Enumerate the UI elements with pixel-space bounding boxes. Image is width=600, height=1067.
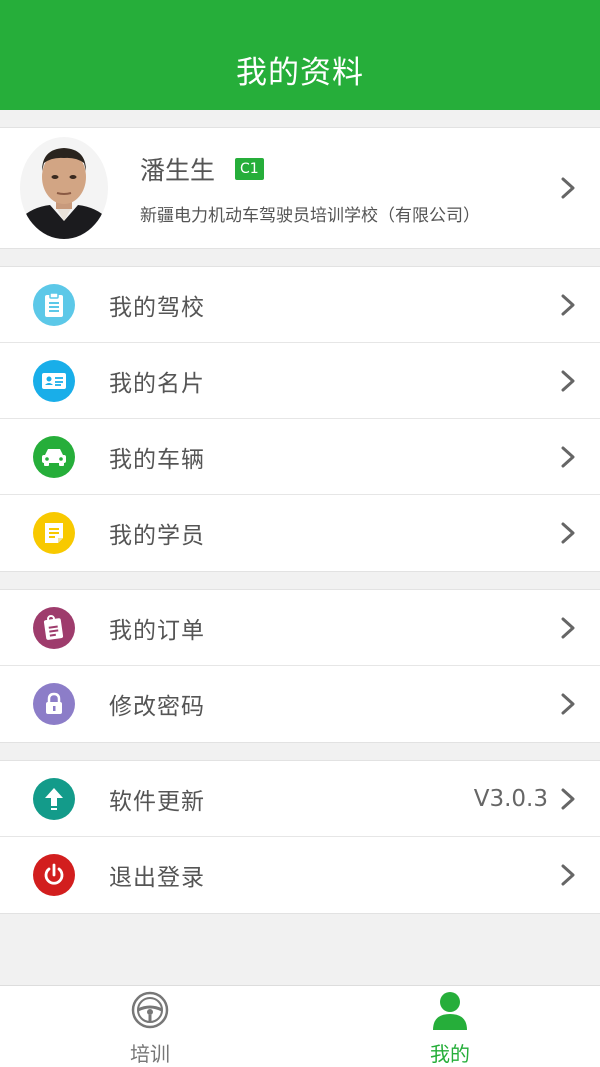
- notes-icon: [33, 512, 75, 554]
- menu-item-my-card[interactable]: 我的名片: [0, 343, 600, 419]
- menu-item-my-students[interactable]: 我的学员: [0, 495, 600, 571]
- chevron-right-icon: [558, 863, 578, 887]
- profile-card[interactable]: 潘生生 C1 新疆电力机动车驾驶员培训学校（有限公司）: [0, 127, 600, 249]
- menu-item-label: 退出登录: [109, 865, 205, 891]
- menu-group-account: 我的订单 修改密码: [0, 589, 600, 743]
- chevron-right-icon: [558, 521, 578, 545]
- menu-item-label: 软件更新: [109, 788, 205, 815]
- chevron-right-icon: [558, 445, 578, 469]
- chevron-right-icon: [558, 787, 578, 811]
- chevron-right-icon: [558, 616, 578, 640]
- lock-icon: [33, 683, 75, 725]
- upload-icon: [33, 777, 75, 820]
- profile-name: 潘生生: [140, 155, 216, 185]
- chevron-right-icon: [558, 369, 578, 393]
- tab-training[interactable]: 培训: [0, 986, 300, 1067]
- profile-school: 新疆电力机动车驾驶员培训学校（有限公司）: [140, 205, 480, 226]
- menu-item-label: 我的名片: [109, 370, 205, 397]
- chevron-right-icon: [558, 176, 578, 200]
- menu-item-label: 我的学员: [109, 523, 205, 549]
- power-icon: [33, 854, 75, 896]
- menu-item-my-school[interactable]: 我的驾校: [0, 267, 600, 343]
- steering-wheel-icon: [130, 990, 170, 1034]
- version-value: V3.0.3: [473, 785, 548, 812]
- user-icon: [430, 990, 470, 1034]
- bottom-tab-bar: 培训 我的: [0, 985, 600, 1067]
- menu-item-label: 我的驾校: [109, 294, 205, 321]
- clipboard-icon: [33, 283, 75, 326]
- menu-item-my-vehicle[interactable]: 我的车辆: [0, 419, 600, 495]
- menu-item-software-update[interactable]: 软件更新 V3.0.3: [0, 761, 600, 837]
- profile-info: 潘生生 C1 新疆电力机动车驾驶员培训学校（有限公司）: [140, 151, 480, 226]
- menu-group-profile: 我的驾校 我的名片 我的车辆 我的学员: [0, 266, 600, 572]
- profile-name-row: 潘生生 C1: [140, 151, 480, 187]
- menu-item-label: 我的车辆: [109, 446, 205, 473]
- tab-label: 我的: [430, 1042, 470, 1066]
- menu-item-change-password[interactable]: 修改密码: [0, 666, 600, 742]
- chevron-right-icon: [558, 293, 578, 317]
- chevron-right-icon: [558, 692, 578, 716]
- menu-item-label: 我的订单: [109, 617, 205, 644]
- avatar: [20, 137, 108, 239]
- tab-mine[interactable]: 我的: [300, 986, 600, 1067]
- menu-group-system: 软件更新 V3.0.3 退出登录: [0, 760, 600, 914]
- menu-item-logout[interactable]: 退出登录: [0, 837, 600, 913]
- license-badge: C1: [235, 157, 264, 180]
- page-title: 我的资料: [236, 54, 364, 91]
- menu-item-my-orders[interactable]: 我的订单: [0, 590, 600, 666]
- top-bar: 我的资料: [0, 0, 600, 110]
- id-card-icon: [33, 359, 75, 402]
- menu-item-label: 修改密码: [109, 694, 205, 720]
- order-icon: [33, 606, 75, 649]
- tab-label: 培训: [130, 1042, 170, 1066]
- car-icon: [33, 435, 75, 478]
